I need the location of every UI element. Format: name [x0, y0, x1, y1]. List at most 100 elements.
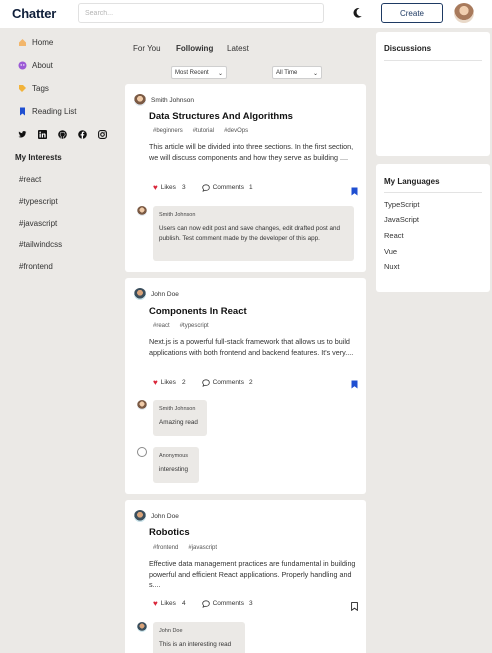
user-avatar[interactable]: [454, 3, 474, 23]
sort-select-value: Most Recent: [175, 69, 209, 76]
post-tag[interactable]: #beginners: [153, 128, 183, 134]
comment-bubble: John Doe This is an interesting read: [153, 622, 245, 653]
author-name: John Doe: [151, 290, 179, 298]
time-filter-select[interactable]: All Time ⌄: [272, 66, 322, 79]
comment-bubble: Smith Johnson Users can now edit post an…: [153, 206, 354, 261]
sidebar-item-tags[interactable]: Tags: [18, 84, 49, 93]
linkedin-icon[interactable]: [38, 126, 47, 139]
tab-latest[interactable]: Latest: [227, 44, 249, 53]
author-avatar: [134, 94, 146, 106]
commenter-name: Smith Johnson: [159, 212, 196, 218]
facebook-icon[interactable]: [78, 126, 87, 139]
interest-tag[interactable]: #react: [19, 175, 41, 184]
bookmark-icon[interactable]: [351, 183, 358, 196]
github-icon[interactable]: [58, 126, 67, 139]
post-excerpt: Effective data management practices are …: [149, 559, 356, 589]
post-card[interactable]: John Doe Robotics #frontend #javascript …: [125, 500, 366, 653]
sort-select[interactable]: Most Recent ⌄: [171, 66, 227, 79]
post-excerpt: Next.js is a powerful full-stack framewo…: [149, 337, 354, 357]
post-actions: ♥ Likes 2 Comments 2: [153, 378, 253, 387]
author-avatar: [134, 510, 146, 522]
comment-item: Smith Johnson Amazing read: [137, 400, 207, 436]
commenter-name: Smith Johnson: [159, 406, 196, 412]
post-author[interactable]: Smith Johnson: [134, 94, 194, 106]
post-author[interactable]: John Doe: [134, 510, 179, 522]
post-title[interactable]: Components In React: [149, 306, 247, 317]
language-item[interactable]: React: [384, 231, 404, 240]
interest-tag[interactable]: #typescript: [19, 197, 58, 206]
interest-tag[interactable]: #frontend: [19, 262, 53, 271]
sidebar-item-label: Reading List: [32, 107, 77, 116]
top-bar: Chatter Create: [0, 0, 492, 28]
author-avatar: [134, 288, 146, 300]
post-card[interactable]: Smith Johnson Data Structures And Algori…: [125, 84, 366, 272]
post-tags: #frontend #javascript: [153, 545, 217, 551]
tab-for-you[interactable]: For You: [133, 44, 161, 53]
tag-icon: [18, 84, 27, 93]
instagram-icon[interactable]: [98, 126, 107, 139]
post-title[interactable]: Data Structures And Algorithms: [149, 111, 293, 122]
commenter-avatar: [137, 622, 147, 632]
bookmark-outline-icon[interactable]: [351, 598, 358, 612]
comment-icon[interactable]: [201, 183, 210, 192]
post-tag[interactable]: #react: [153, 323, 170, 329]
create-button[interactable]: Create: [381, 3, 443, 23]
heart-icon[interactable]: ♥: [153, 183, 158, 192]
twitter-icon[interactable]: [18, 126, 27, 138]
comment-bubble: Smith Johnson Amazing read: [153, 400, 207, 436]
likes-count: 4: [181, 600, 186, 607]
sidebar-item-reading-list[interactable]: Reading List: [18, 107, 76, 116]
comment-icon[interactable]: [201, 599, 210, 608]
commenter-avatar: [137, 400, 147, 410]
search-input[interactable]: [78, 3, 324, 23]
interest-tag[interactable]: #javascript: [19, 219, 57, 228]
comments-label: Comments: [212, 184, 244, 191]
social-links: [18, 126, 107, 139]
about-icon: [18, 61, 27, 70]
comments-label: Comments: [212, 379, 244, 386]
post-tag[interactable]: #frontend: [153, 545, 178, 551]
tab-following[interactable]: Following: [176, 44, 213, 53]
divider: [384, 192, 482, 193]
author-name: Smith Johnson: [151, 96, 194, 104]
comment-bubble: Anonymous interesting: [153, 447, 199, 483]
likes-label: Likes: [160, 379, 176, 386]
home-icon: [18, 38, 27, 47]
bookmark-icon: [18, 107, 27, 116]
languages-panel: My Languages TypeScript JavaScript React…: [376, 164, 490, 292]
post-actions: ♥ Likes 4 Comments 3: [153, 599, 253, 608]
likes-label: Likes: [160, 600, 176, 607]
sidebar-item-label: About: [32, 61, 53, 70]
moon-icon[interactable]: [350, 6, 364, 20]
sidebar-item-home[interactable]: Home: [18, 38, 53, 47]
likes-count: 2: [181, 379, 186, 386]
sidebar-item-about[interactable]: About: [18, 61, 53, 70]
post-tag[interactable]: #devOps: [224, 128, 248, 134]
interest-tag[interactable]: #tailwindcss: [19, 240, 62, 249]
app-logo[interactable]: Chatter: [12, 6, 56, 21]
heart-icon[interactable]: ♥: [153, 378, 158, 387]
languages-title: My Languages: [384, 177, 440, 186]
comments-count: 1: [249, 184, 253, 191]
post-title[interactable]: Robotics: [149, 527, 190, 538]
comment-item: Anonymous interesting: [137, 447, 199, 483]
bookmark-icon[interactable]: [351, 376, 358, 389]
language-item[interactable]: JavaScript: [384, 215, 419, 224]
post-tags: #beginners #tutorial #devOps: [153, 128, 248, 134]
language-item[interactable]: TypeScript: [384, 200, 419, 209]
commenter-name: John Doe: [159, 628, 183, 634]
post-tag[interactable]: #tutorial: [193, 128, 214, 134]
commenter-name: Anonymous: [159, 453, 189, 459]
heart-icon[interactable]: ♥: [153, 599, 158, 608]
author-name: John Doe: [151, 512, 179, 520]
post-tag[interactable]: #typescript: [180, 323, 209, 329]
post-tag[interactable]: #javascript: [188, 545, 217, 551]
language-item[interactable]: Vue: [384, 247, 397, 256]
language-item[interactable]: Nuxt: [384, 262, 399, 271]
post-card[interactable]: John Doe Components In React #react #typ…: [125, 278, 366, 494]
comment-icon[interactable]: [201, 378, 210, 387]
post-author[interactable]: John Doe: [134, 288, 179, 300]
sidebar-item-label: Home: [32, 38, 54, 47]
likes-label: Likes: [160, 184, 176, 191]
comments-label: Comments: [212, 600, 244, 607]
